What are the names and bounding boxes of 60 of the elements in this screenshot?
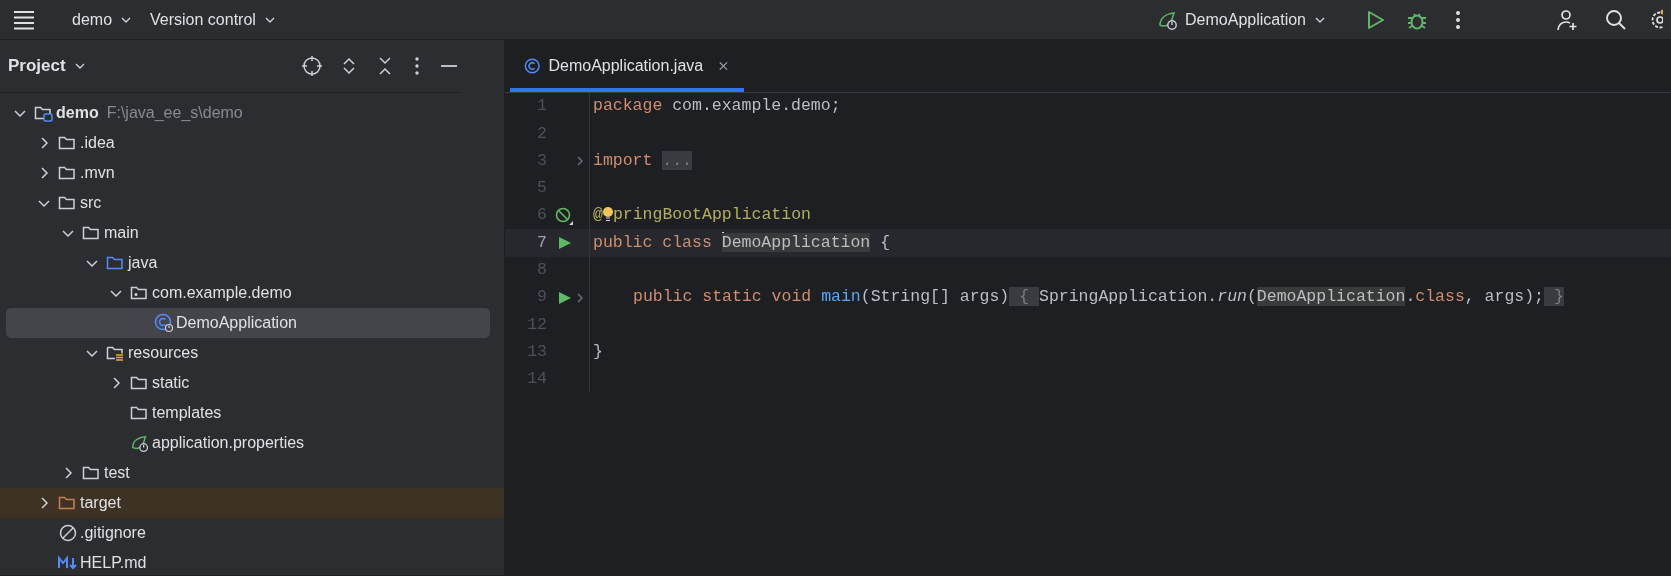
- no-entry-icon[interactable]: [555, 206, 573, 225]
- tree-item[interactable]: .idea: [0, 128, 504, 158]
- tree-item[interactable]: target: [0, 488, 504, 518]
- tree-item[interactable]: java: [0, 248, 504, 278]
- tree-item[interactable]: HELP.md: [0, 548, 504, 576]
- run-gutter-icon[interactable]: [556, 289, 572, 306]
- code-line: import ...: [592, 149, 693, 172]
- fold-chevron-icon[interactable]: [575, 155, 585, 168]
- crosshair-icon: [301, 55, 323, 77]
- menu-icon: [12, 8, 36, 31]
- tree-item[interactable]: application.properties: [0, 428, 504, 458]
- spring-leaf-icon: [130, 433, 150, 453]
- expand-icon: [341, 56, 357, 76]
- editor-tab[interactable]: DemoApplication.java: [510, 39, 744, 92]
- fold-chevron-icon[interactable]: [575, 291, 585, 304]
- minimize-icon: [441, 65, 457, 67]
- tree-item[interactable]: static: [0, 368, 504, 398]
- tree-item[interactable]: com.example.demo: [0, 278, 504, 308]
- code-line: package com.example.demo;: [592, 95, 841, 118]
- tree-item[interactable]: .gitignore: [0, 518, 504, 548]
- class-icon: [524, 56, 541, 75]
- run-gutter-icon[interactable]: [556, 235, 572, 252]
- class-icon: [154, 313, 174, 333]
- collapse-icon: [377, 56, 393, 76]
- tree-item[interactable]: DemoApplication: [6, 308, 490, 338]
- tree-item[interactable]: main: [0, 218, 504, 248]
- more-icon: [1454, 8, 1462, 31]
- code-line: @ pringBootApplication: [592, 204, 811, 228]
- tree-item[interactable]: templates: [0, 398, 504, 428]
- project-path: F:\java_ee_s\demo: [106, 103, 243, 123]
- folder-icon: [58, 164, 78, 182]
- folder-icon: [58, 494, 78, 512]
- code-line: }: [592, 340, 603, 363]
- project-switcher[interactable]: demo: [64, 3, 143, 36]
- tree-item[interactable]: src: [0, 188, 504, 218]
- module-folder-icon: [34, 104, 54, 122]
- project-view-dropdown[interactable]: Project: [8, 49, 96, 83]
- code-line: public class DemoApplication {: [592, 231, 891, 255]
- ignore-icon: [58, 523, 78, 543]
- run-configuration-dropdown[interactable]: DemoApplication: [1149, 3, 1336, 36]
- add-user-icon: [1556, 7, 1580, 32]
- version-control-dropdown[interactable]: Version control: [142, 3, 286, 36]
- folder-icon: [58, 194, 78, 212]
- search-icon: [1604, 7, 1628, 32]
- package-icon: [130, 284, 150, 302]
- folder-icon: [58, 134, 78, 152]
- folder-icon: [82, 464, 102, 482]
- folder-icon: [106, 254, 126, 272]
- code-line: public static void main(String[] args) { SpringApplication.run(DemoApplication.class, args); }: [632, 286, 1564, 309]
- more-icon: [413, 56, 421, 76]
- tree-item[interactable]: demo F:\java_ee_s\demo: [0, 98, 504, 128]
- tree-item[interactable]: test: [0, 458, 504, 488]
- folder-icon: [130, 374, 150, 392]
- resources-folder-icon: [106, 344, 126, 362]
- folder-icon: [130, 404, 150, 422]
- line-number: 7: [536, 231, 547, 254]
- tree-item[interactable]: .mvn: [0, 158, 504, 188]
- tree-item[interactable]: resources: [0, 338, 504, 368]
- folder-icon: [82, 224, 102, 242]
- markdown-icon: [58, 554, 78, 572]
